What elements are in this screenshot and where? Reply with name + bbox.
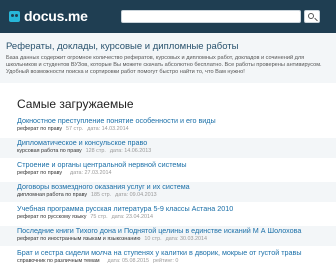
list-item: Последние книги Тихого дона и Поднятой ц… [0,226,336,246]
site-logo[interactable]: docus.me [9,9,88,23]
item-title-link[interactable]: Докностное преступление понятие особенно… [17,116,216,125]
item-date: 23.04.2014 [126,214,153,220]
item-date-label: дата: [111,214,125,220]
item-pages: 128 стр. [85,148,106,154]
item-date-label: дата: [165,236,179,242]
item-date: 09.04.2013 [129,192,157,198]
item-pages: 75 стр. [90,214,108,220]
section-title: Самые загружаемые [17,97,134,111]
list-item: Брат и сестра сидели молча на ступенях у… [17,248,327,268]
item-title-link[interactable]: Брат и сестра сидели молча на ступенях у… [17,248,302,257]
item-pages: 57 стр. [66,126,84,132]
intro-title: Рефераты, доклады, курсовые и дипломные … [6,41,239,52]
list-item: Докностное преступление понятие особенно… [17,116,327,136]
item-title-link[interactable]: Дипломатическое и консульское право [17,138,147,147]
item-date-label: дата: [107,258,121,264]
item-category: реферат по праву [17,126,63,132]
site-header: docus.me [0,0,336,33]
item-category: реферат по русскому языку [17,214,87,220]
item-title-link[interactable]: Договоры возмездного оказания услуг и их… [17,182,190,191]
item-pages: 185 стр. [91,192,112,198]
item-date-label: дата: [87,126,101,132]
logo-text: docus.me [24,8,88,24]
owl-logo-icon [9,10,20,22]
item-date: 05.08.2015 [121,258,149,264]
search-button[interactable] [304,10,320,23]
item-date: 30.03.2014 [180,236,207,242]
item-date-label: дата: [70,170,83,176]
item-date: 14.06.2013 [124,148,152,154]
item-date-label: дата: [115,192,129,198]
intro-description: База данных содержит огромное количество… [6,55,322,75]
item-title-link[interactable]: Учебная программа русская литература 5-9… [17,204,233,213]
item-date-label: дата: [109,148,123,154]
item-category: курсовая работа по праву [17,148,82,154]
search-input[interactable] [121,10,301,23]
item-category: справочник по различным темам [17,258,100,264]
item-date: 14.03.2014 [101,126,129,132]
item-category: реферат по праву [17,170,63,176]
item-date: 27.03.2014 [84,170,112,176]
item-title-link[interactable]: Последние книги Тихого дона и Поднятой ц… [17,226,301,235]
item-title-link[interactable]: Строение и органы центральной нервной си… [17,160,187,169]
item-rating: рейтинг: 0 [152,258,179,264]
list-item: Учебная программа русская литература 5-9… [17,204,327,224]
item-pages: 10 стр. [144,236,162,242]
item-category: дипломная работа по праву [17,192,88,198]
list-item: Дипломатическое и консульское право курс… [0,138,336,158]
item-category: реферат по иностранным языкам и языкозна… [17,236,141,242]
list-item: Строение и органы центральной нервной си… [17,160,327,180]
list-item: Договоры возмездного оказания услуг и их… [0,182,336,202]
